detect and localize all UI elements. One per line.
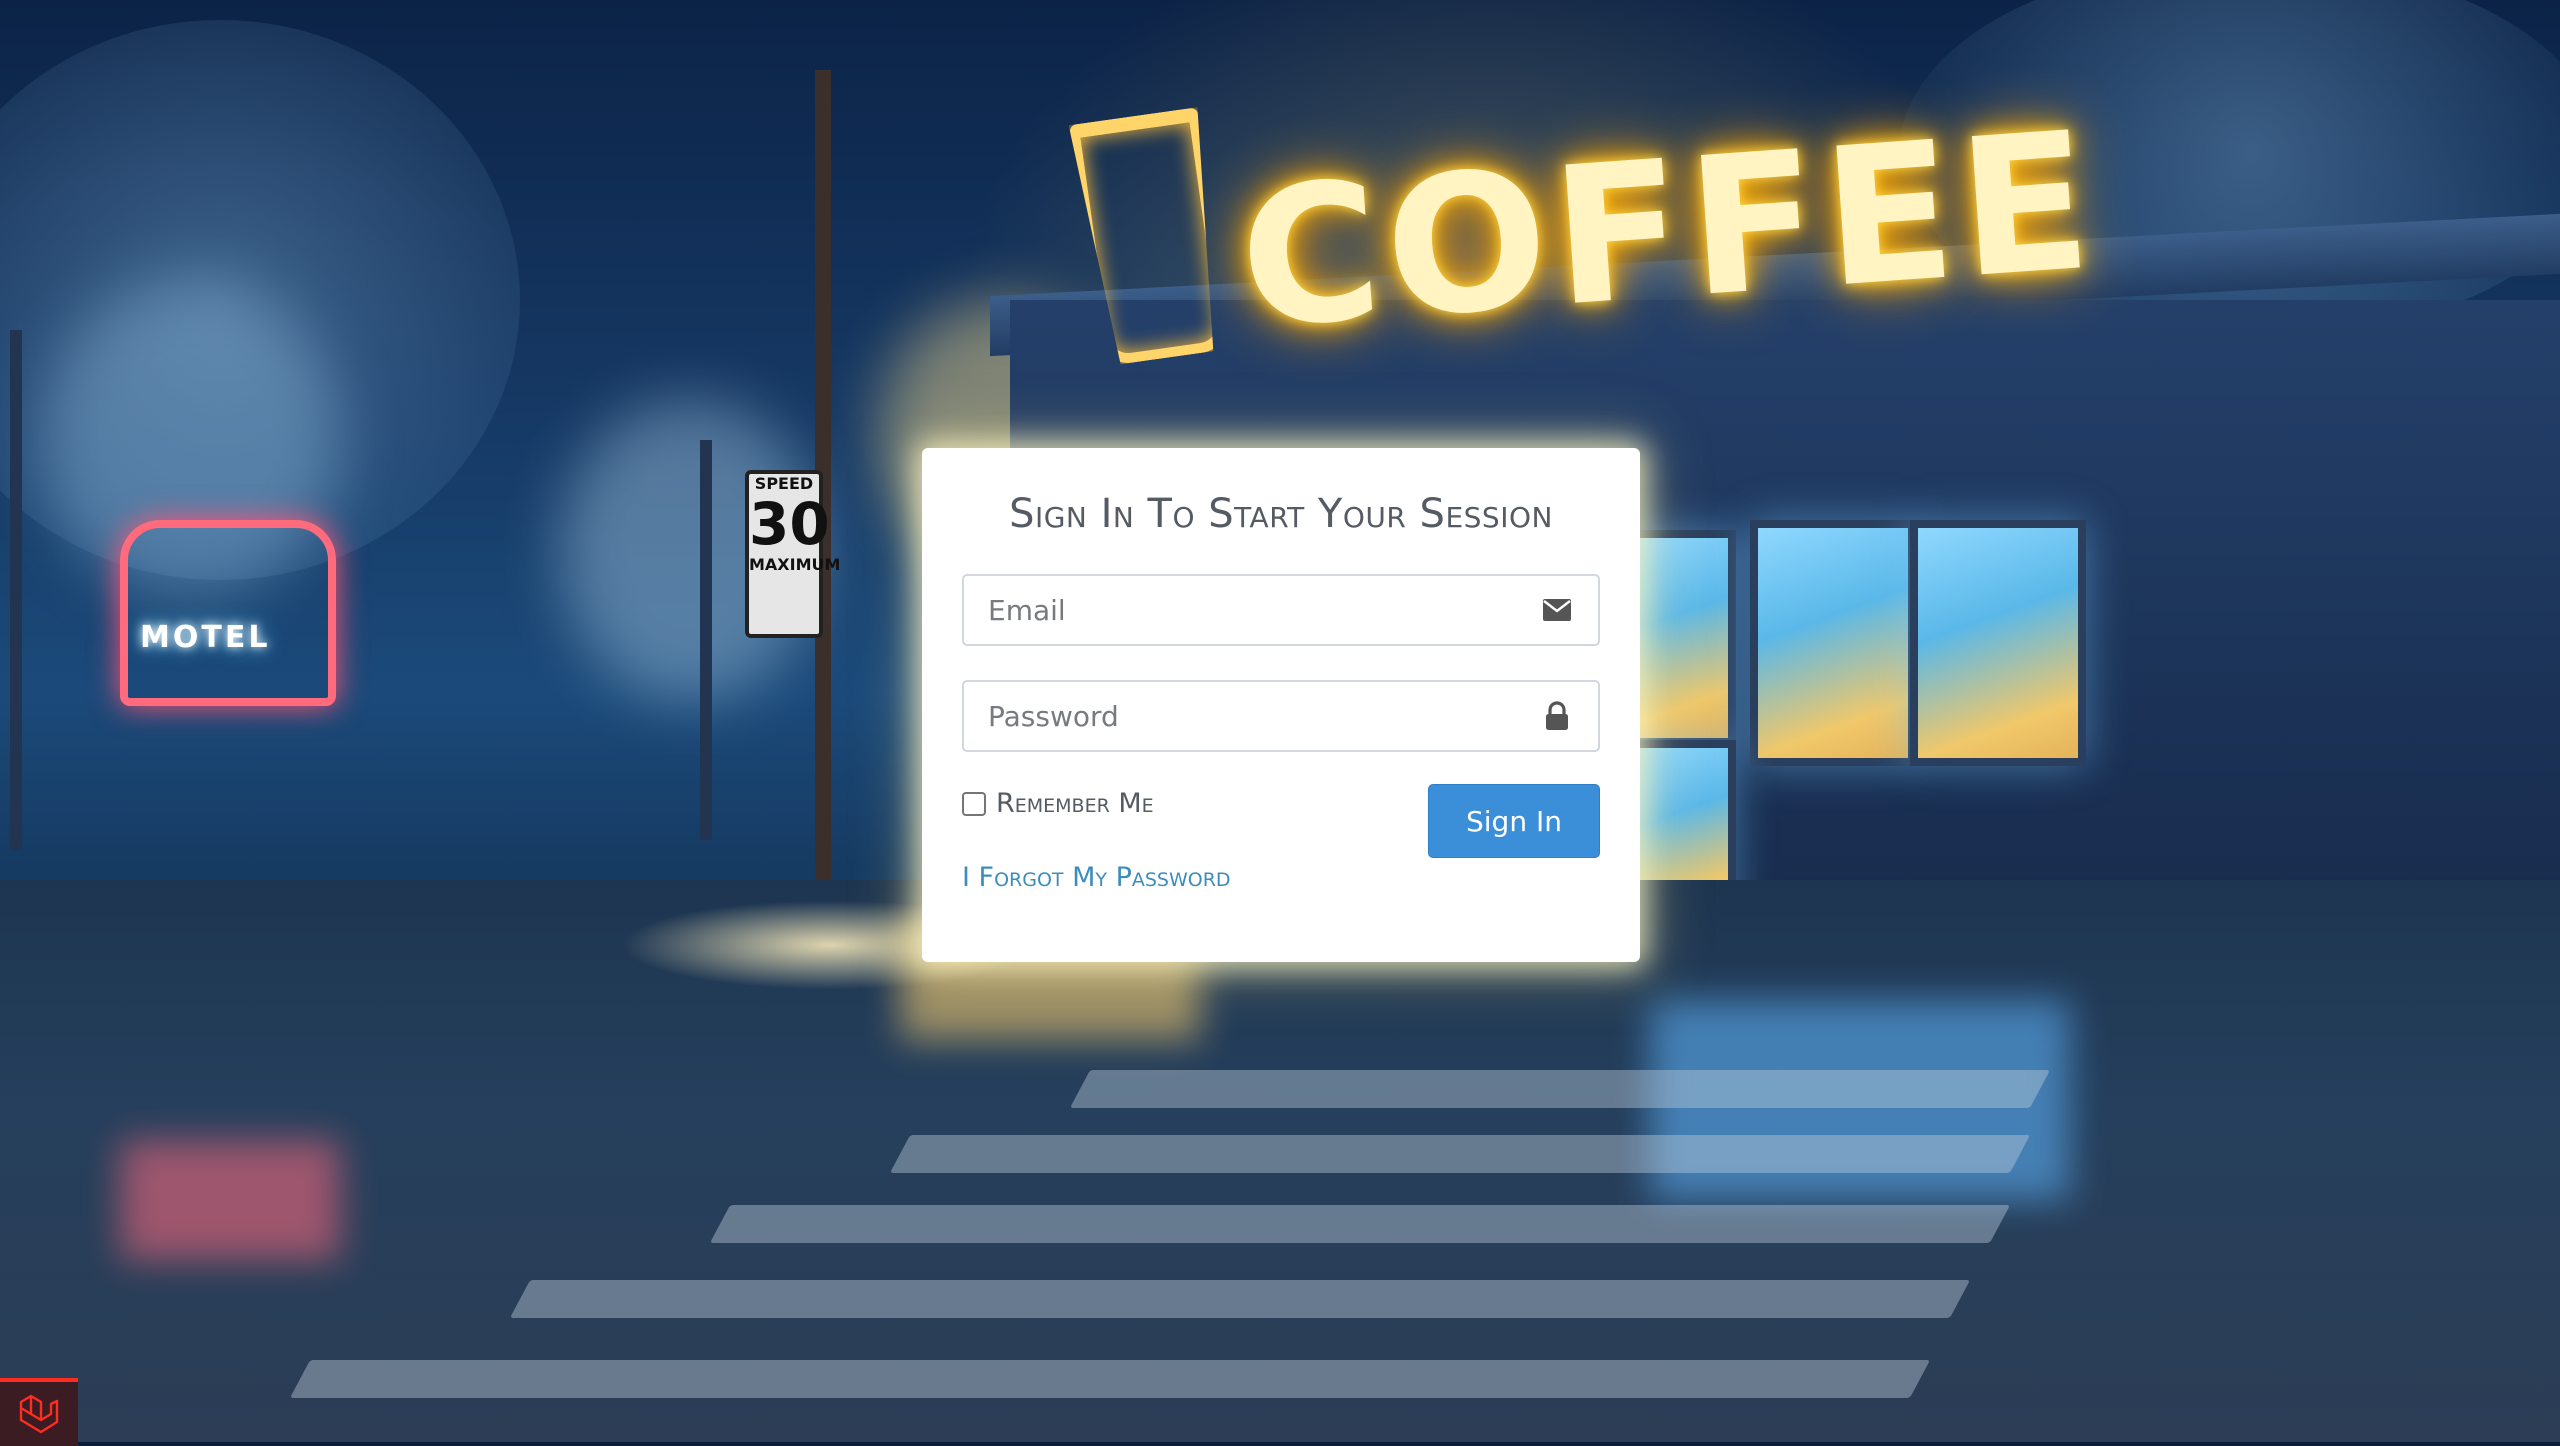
crosswalk-stripe: [509, 1280, 1971, 1318]
lamp-post: [10, 330, 22, 850]
envelope-icon: [1540, 595, 1574, 625]
motel-neon-sign: MOTEL: [140, 620, 271, 655]
cafe-window: [1910, 520, 2086, 766]
motel-neon-frame: [120, 520, 336, 706]
laravel-logo-icon[interactable]: [0, 1378, 78, 1446]
remember-me-checkbox[interactable]: [962, 791, 986, 816]
speed-limit-sign: SPEED 30 MAXIMUM: [745, 470, 840, 638]
login-card: Sign In To Start Your Session Remember M…: [922, 448, 1640, 962]
login-actions-row: Remember Me Sign In I Forgot My Password: [962, 784, 1600, 924]
remember-me[interactable]: Remember Me: [962, 788, 1154, 819]
neon-reflection: [120, 1140, 340, 1260]
crosswalk-stripe: [1069, 1070, 2051, 1108]
email-field[interactable]: [964, 576, 1598, 644]
password-field[interactable]: [964, 682, 1598, 750]
login-title: Sign In To Start Your Session: [1009, 491, 1553, 537]
forgot-password-link[interactable]: I Forgot My Password: [962, 862, 1231, 893]
crosswalk-stripe: [289, 1360, 1931, 1398]
sign-in-button[interactable]: Sign In: [1428, 784, 1600, 858]
password-field-wrapper: [962, 680, 1600, 752]
remember-me-label: Remember Me: [996, 788, 1154, 819]
lamp-post: [700, 440, 712, 840]
cafe-window: [1750, 520, 1916, 766]
crosswalk-stripe: [889, 1135, 2031, 1173]
wet-street: [0, 880, 2560, 1442]
lock-icon: [1540, 701, 1574, 731]
email-field-wrapper: [962, 574, 1600, 646]
crosswalk-stripe: [709, 1205, 2011, 1243]
